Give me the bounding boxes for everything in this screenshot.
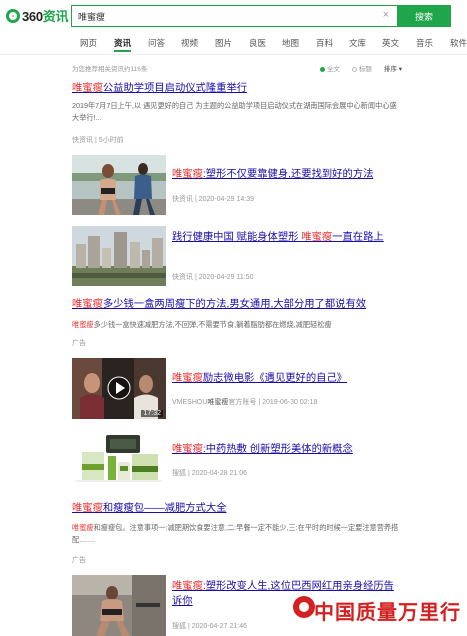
watermark-logo-icon [293,596,315,618]
radio-checked-icon [319,67,325,72]
result-title[interactable]: 唯蜜瘦公益助学项目启动仪式隆重举行 [72,81,402,96]
caret-down-icon: ▾ [398,66,402,73]
result-meta: 快资讯 | 2020-04-29 14:39 [172,196,254,203]
ad-title[interactable]: 唯蜜瘦多少钱一盒两周瘦下的方法,男女通用,大部分用了都说有效 [72,297,402,312]
result-description: 2019年7月7日上午,以 遇见更好的自己 为主题的公益助学项目启动仪式在湖南国… [72,101,397,122]
result-meta: 搜狐 | 2020-04-28 21:06 [172,470,247,477]
filter-title[interactable]: 标题 [351,63,372,73]
filter-all-label: 全文 [326,66,340,73]
result-title[interactable]: 唯蜜瘦:塑形不仅要靠健身,还要找到好的方法 [172,167,402,182]
result-meta: 搜狐 | 2020-04-27 21:46 [172,623,247,630]
ad-label: 广告 [72,340,86,347]
sort-dropdown[interactable]: 排序 ▾ [384,63,402,73]
logo-label: 资讯 [42,9,69,24]
result-thumbnail[interactable] [72,155,166,215]
tab-video[interactable]: 视频 [181,37,198,49]
city-image [72,226,166,286]
result-meta: 快资讯 | 5小时前 [72,137,124,144]
logo[interactable]: 360资讯 [6,6,69,25]
tab-baike[interactable]: 百科 [316,37,333,49]
tab-qa[interactable]: 问答 [148,37,165,49]
tab-doctor[interactable]: 良医 [249,37,266,49]
tab-map[interactable]: 地图 [282,37,299,49]
watermark: 中国质量万里行 [314,600,461,624]
result-thumbnail[interactable] [72,226,166,286]
logo-number: 360 [22,9,43,24]
search-box: × [71,5,397,27]
sort-label: 排序 [383,66,397,73]
tab-english[interactable]: 英文 [382,37,399,49]
ad-label: 广告 [72,557,86,564]
video-thumbnail[interactable]: 17:32 [72,358,166,419]
ad-title[interactable]: 唯蜜瘦和瘦瘦包——减肥方式大全 [72,501,402,516]
tab-library[interactable]: 文库 [349,37,366,49]
nav-divider [0,54,467,55]
result-meta: 快资讯 | 2020-04-29 11:50 [172,274,254,281]
radio-icon [351,67,357,72]
result-title[interactable]: 唯蜜瘦励志微电影《遇见更好的自己》 [172,371,402,386]
result-count: 为您推荐相关资讯约116条 [72,66,148,73]
search-input[interactable] [72,6,372,26]
result-title[interactable]: 践行健康中国 赋能身体塑形 唯蜜瘦一直在路上 [172,230,402,245]
ad-description: 唯蜜瘦多少钱一盒快速减肥方法,不回弹,不需要节食,躺着脂肪都在燃烧,减肥轻松瘦 [72,320,332,329]
search-button[interactable]: 搜索 [397,5,451,27]
logo-icon [6,8,20,23]
filter-all[interactable]: 全文 [319,63,340,73]
clear-icon[interactable]: × [383,9,389,21]
tab-news[interactable]: 资讯 [114,37,132,52]
play-icon[interactable] [108,377,130,399]
result-title[interactable]: 唯蜜瘦:中药热敷 创新塑形美体的新概念 [172,442,402,457]
filter-row: 为您推荐相关资讯约116条 全文 标题 排序 ▾ [72,63,402,73]
runners-image [72,155,166,215]
result-thumbnail[interactable] [72,575,166,636]
nav-bar: 网页 资讯 问答 视频 图片 良医 地图 百科 文库 英文 音乐 软件 [0,34,467,52]
video-duration: 17:32 [141,410,163,417]
result-thumbnail[interactable] [72,430,166,490]
tab-music[interactable]: 音乐 [416,37,433,49]
tab-software[interactable]: 软件 [450,37,467,49]
tab-images[interactable]: 图片 [215,37,232,49]
filter-title-label: 标题 [358,66,372,73]
tab-web[interactable]: 网页 [80,37,97,49]
ad-description: 唯蜜瘦和瘦瘦包。注意事项一:减肥期饮食要注意,二:早餐一定不能少,三:在平时的时… [72,523,399,544]
product-image [72,430,166,490]
result-meta: VMESHOU唯蜜瘦官方账号 | 2019-06-30 02:18 [172,399,318,406]
gym-image [72,575,166,636]
